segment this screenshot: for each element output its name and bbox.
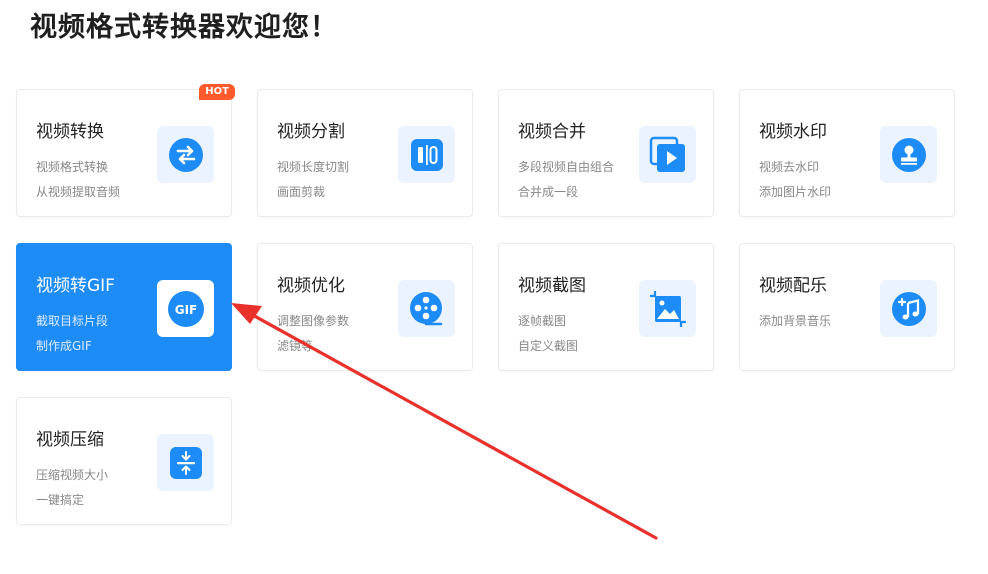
split-icon — [410, 138, 443, 171]
card-video-screenshot[interactable]: 视频截图 逐帧截图 自定义截图 — [498, 243, 714, 371]
card-title: 视频转GIF — [36, 276, 115, 296]
icon-box — [157, 434, 214, 491]
card-desc-line1: 多段视频自由组合 — [518, 160, 615, 174]
music-add-icon — [891, 291, 926, 326]
icon-box — [639, 280, 696, 337]
crop-image-icon — [649, 290, 686, 327]
icon-box — [157, 126, 214, 183]
card-desc-line1: 视频格式转换 — [36, 160, 109, 174]
card-video-compress[interactable]: 视频压缩 压缩视频大小 一键搞定 — [16, 397, 232, 525]
card-title: 视频分割 — [277, 122, 345, 142]
gif-icon-label: GIF — [174, 303, 197, 317]
icon-box — [639, 126, 696, 183]
card-video-merge[interactable]: 视频合并 多段视频自由组合 合并成一段 — [498, 89, 714, 217]
card-desc-line2: 画面剪裁 — [277, 185, 326, 199]
card-title: 视频配乐 — [759, 276, 827, 296]
card-video-split[interactable]: 视频分割 视频长度切割 画面剪裁 — [257, 89, 473, 217]
card-title: 视频水印 — [759, 122, 827, 142]
card-desc-line1: 逐帧截图 — [518, 314, 567, 328]
card-video-optimize[interactable]: 视频优化 调整图像参数 滤镜等 — [257, 243, 473, 371]
card-desc-line2: 一键搞定 — [36, 493, 85, 507]
page-title: 视频格式转换器欢迎您！ — [30, 12, 338, 43]
stamp-icon — [891, 137, 926, 172]
gif-icon: GIF — [167, 290, 204, 327]
film-reel-icon — [409, 291, 442, 325]
card-title: 视频截图 — [518, 276, 586, 296]
card-desc-line2: 从视频提取音频 — [36, 185, 121, 199]
card-video-convert[interactable]: HOT 视频转换 视频格式转换 从视频提取音频 — [16, 84, 235, 217]
card-desc-line1: 调整图像参数 — [277, 314, 350, 328]
card-video-music[interactable]: 视频配乐 添加背景音乐 — [739, 243, 955, 371]
card-desc-line1: 视频长度切割 — [277, 160, 350, 174]
swap-icon — [168, 137, 203, 172]
card-desc-line1: 压缩视频大小 — [36, 468, 109, 482]
card-video-watermark[interactable]: 视频水印 视频去水印 添加图片水印 — [739, 89, 955, 217]
card-desc-line2: 自定义截图 — [518, 339, 579, 353]
icon-box — [398, 280, 455, 337]
card-desc-line2: 滤镜等 — [277, 339, 314, 353]
card-title: 视频压缩 — [36, 430, 104, 450]
compress-icon — [169, 446, 202, 479]
card-desc-line2: 添加图片水印 — [759, 185, 832, 199]
card-title: 视频合并 — [518, 122, 586, 142]
card-title: 视频转换 — [36, 122, 104, 142]
icon-box — [880, 280, 937, 337]
icon-box: GIF — [157, 280, 214, 337]
card-desc-line1: 视频去水印 — [759, 160, 820, 174]
card-desc-line2: 制作成GIF — [36, 339, 92, 353]
card-title: 视频优化 — [277, 276, 345, 296]
merge-play-icon — [649, 136, 685, 172]
card-desc-line2: 合并成一段 — [518, 185, 579, 199]
card-video-to-gif[interactable]: 视频转GIF 截取目标片段 制作成GIF GIF — [16, 243, 232, 371]
card-desc-line1: 添加背景音乐 — [759, 314, 832, 328]
card-desc-line1: 截取目标片段 — [36, 314, 109, 328]
icon-box — [880, 126, 937, 183]
icon-box — [398, 126, 455, 183]
hot-badge: HOT — [199, 84, 235, 100]
